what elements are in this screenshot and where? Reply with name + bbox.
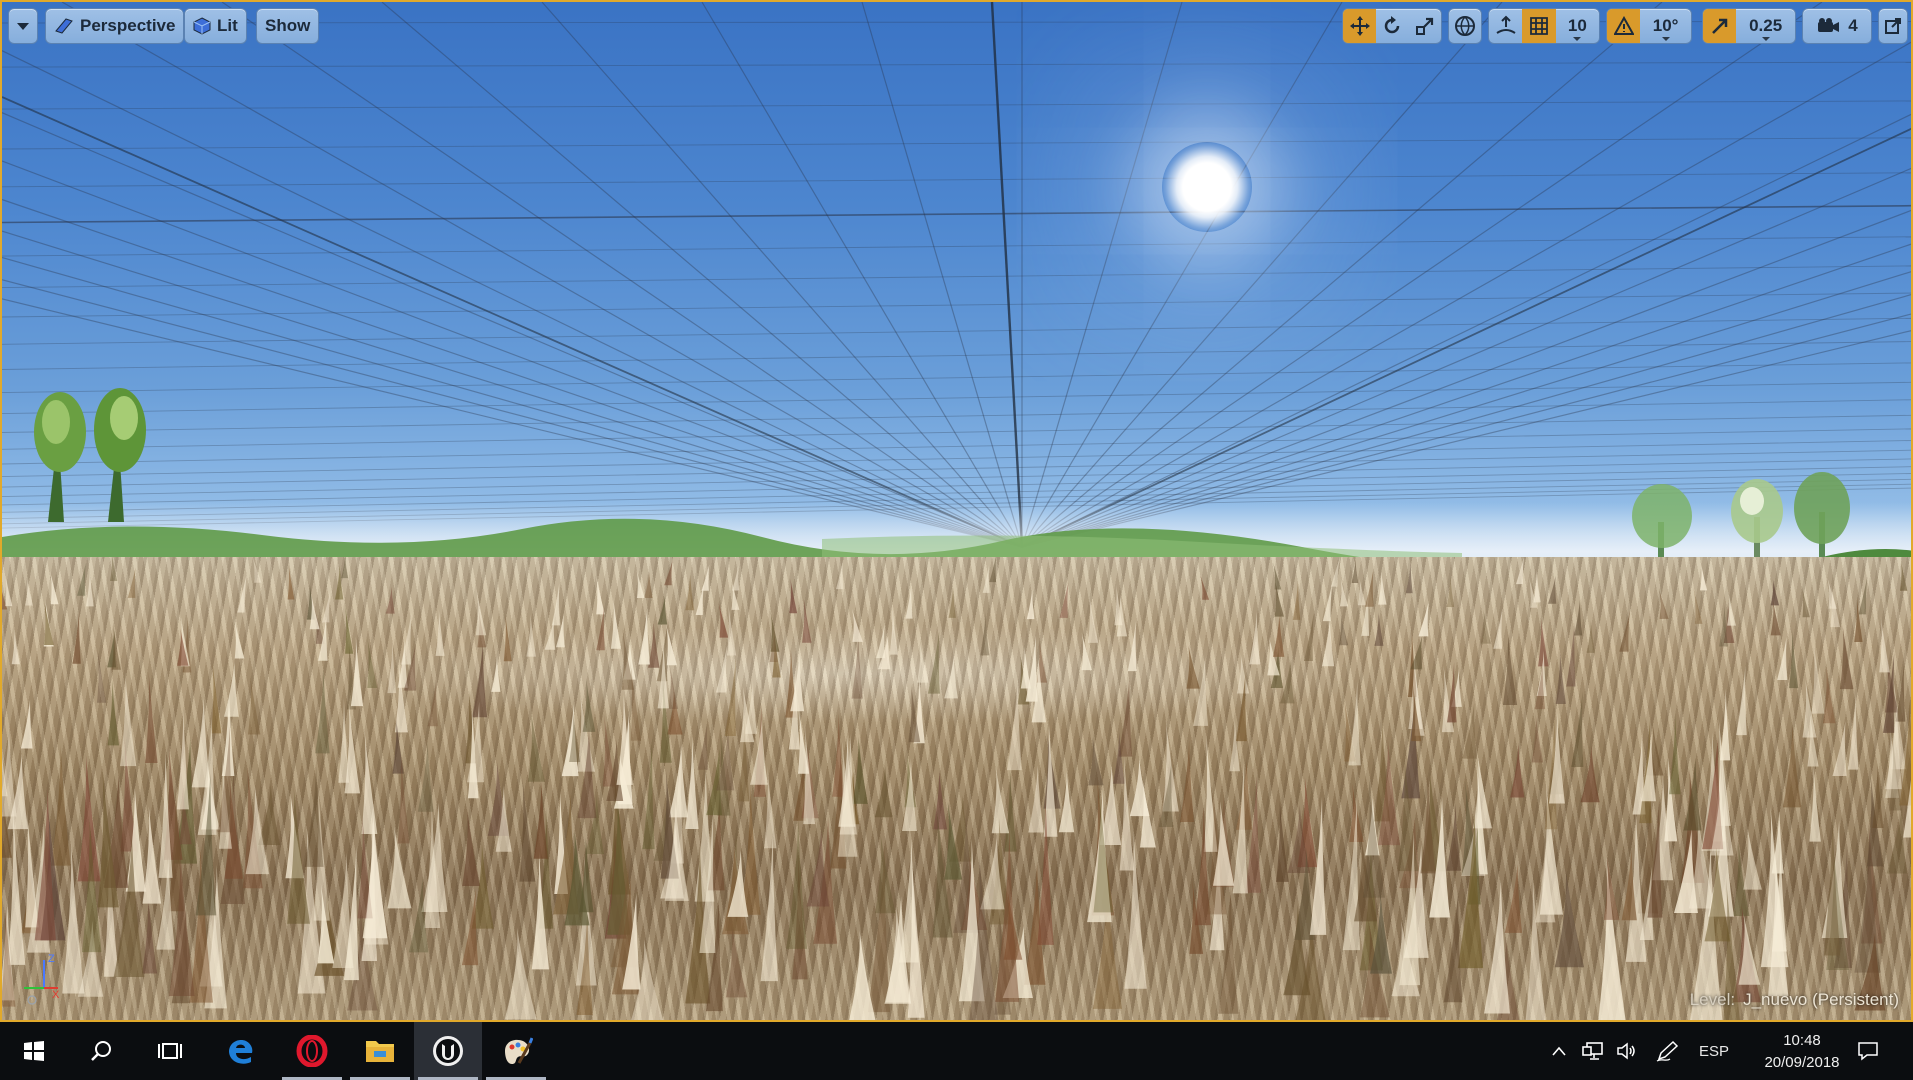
- network-icon: [1582, 1042, 1603, 1060]
- axis-gizmo: Z X: [24, 953, 60, 1005]
- pen-workspace-button[interactable]: [1652, 1022, 1684, 1080]
- taskbar-paint[interactable]: [482, 1022, 550, 1080]
- scale-icon: [1415, 17, 1433, 35]
- unreal-engine-icon: [433, 1036, 463, 1066]
- maximize-cell[interactable]: [1879, 9, 1907, 43]
- task-view-button[interactable]: [136, 1022, 204, 1080]
- taskbar-opera[interactable]: [278, 1022, 346, 1080]
- windows-start-icon: [24, 1041, 44, 1061]
- surface-snap-toggle[interactable]: [1489, 9, 1522, 43]
- search-icon: [91, 1041, 111, 1061]
- opera-icon: [296, 1035, 328, 1067]
- start-button[interactable]: [0, 1022, 68, 1080]
- windows-taskbar: ESP 10:48 20/09/2018: [0, 1022, 1913, 1080]
- coordinate-system-button[interactable]: [1448, 8, 1482, 44]
- clock-time: 10:48: [1783, 1032, 1821, 1049]
- sun: [1162, 142, 1252, 232]
- clock[interactable]: 10:48 20/09/2018: [1757, 1030, 1847, 1074]
- taskbar-unreal-engine[interactable]: [414, 1022, 482, 1080]
- viewport-options-button[interactable]: [8, 8, 38, 44]
- rotate-tool[interactable]: [1376, 9, 1408, 43]
- scale-snap-group: 0.25: [1702, 8, 1796, 44]
- scale-snap-value-label: 0.25: [1749, 16, 1783, 35]
- clock-date: 20/09/2018: [1764, 1054, 1840, 1071]
- network-button[interactable]: [1578, 1022, 1608, 1080]
- volume-button[interactable]: [1612, 1022, 1642, 1080]
- maximize-icon: [1885, 18, 1901, 34]
- perspective-grid: [2, 2, 1911, 548]
- grid-snap-value-label: 10: [1567, 16, 1587, 35]
- paint-icon: [505, 1037, 533, 1064]
- rotation-snap-toggle[interactable]: [1607, 9, 1641, 43]
- rotation-snap-icon: [1613, 16, 1634, 35]
- show-label: Show: [265, 16, 311, 35]
- world-local-toggle[interactable]: [1449, 9, 1481, 43]
- camera-speed-value-label: 4: [1848, 16, 1858, 35]
- axis-x-label: X: [52, 989, 60, 1001]
- show-hidden-icons-button[interactable]: [1548, 1022, 1570, 1080]
- scale-snap-toggle[interactable]: [1703, 9, 1737, 43]
- rotation-snap-value[interactable]: 10°: [1640, 9, 1691, 43]
- view-mode-button[interactable]: Perspective: [45, 8, 185, 44]
- pen-icon: [1656, 1040, 1679, 1062]
- lighting-mode-label: Lit: [217, 16, 238, 35]
- dropdown-icon: [17, 22, 29, 30]
- level-prefix: Level:: [1689, 990, 1736, 1009]
- task-view-icon: [158, 1043, 182, 1059]
- surface-snap-icon: [1496, 15, 1516, 34]
- wheat-field: [2, 557, 1911, 1020]
- translate-icon: [1349, 16, 1370, 36]
- search-button[interactable]: [68, 1022, 136, 1080]
- taskbar-edge[interactable]: [206, 1022, 274, 1080]
- axis-z-label: Z: [48, 953, 55, 965]
- scale-tool[interactable]: [1409, 9, 1441, 43]
- lighting-mode-button[interactable]: Lit: [184, 8, 247, 44]
- scale-snap-icon: [1711, 18, 1727, 34]
- transform-tools: [1342, 8, 1442, 44]
- view-mode-label: Perspective: [80, 16, 176, 35]
- camera-speed-icon: [1818, 18, 1840, 32]
- notification-icon: [1858, 1042, 1878, 1061]
- camera-speed-cell[interactable]: 4: [1803, 9, 1871, 43]
- rotate-icon: [1385, 16, 1400, 34]
- lit-cube-icon: [193, 17, 211, 35]
- level-viewport[interactable]: Perspective Lit Show 10 10° 0.25 4 Z X L…: [0, 0, 1913, 1022]
- action-center-button[interactable]: [1848, 1022, 1888, 1080]
- rotation-snap-group: 10°: [1606, 8, 1692, 44]
- level-name: J_nuevo (Persistent): [1743, 990, 1899, 1009]
- edge-icon: [229, 1040, 253, 1064]
- volume-icon: [1617, 1042, 1635, 1060]
- rotation-snap-value-label: 10°: [1652, 16, 1679, 35]
- level-label: Level: J_nuevo (Persistent): [1690, 990, 1899, 1010]
- scale-snap-value[interactable]: 0.25: [1736, 9, 1795, 43]
- chevron-up-icon: [1552, 1046, 1566, 1056]
- grid-snap-value[interactable]: 10: [1556, 9, 1599, 43]
- grid-snap-group: 10: [1488, 8, 1600, 44]
- show-button[interactable]: Show: [256, 8, 320, 44]
- maximize-viewport-button[interactable]: [1878, 8, 1908, 44]
- tree-left: [34, 388, 146, 522]
- taskbar-file-explorer[interactable]: [346, 1022, 414, 1080]
- translate-tool[interactable]: [1343, 9, 1377, 43]
- world-local-icon: [1455, 16, 1475, 36]
- grid-snap-toggle[interactable]: [1522, 9, 1556, 43]
- grid-snap-icon: [1530, 17, 1548, 35]
- folder-icon: [366, 1041, 394, 1062]
- camera-speed-button[interactable]: 4: [1802, 8, 1872, 44]
- input-language-button[interactable]: ESP: [1694, 1022, 1734, 1080]
- input-language-label: ESP: [1698, 1042, 1729, 1060]
- perspective-cube-icon: [55, 18, 73, 34]
